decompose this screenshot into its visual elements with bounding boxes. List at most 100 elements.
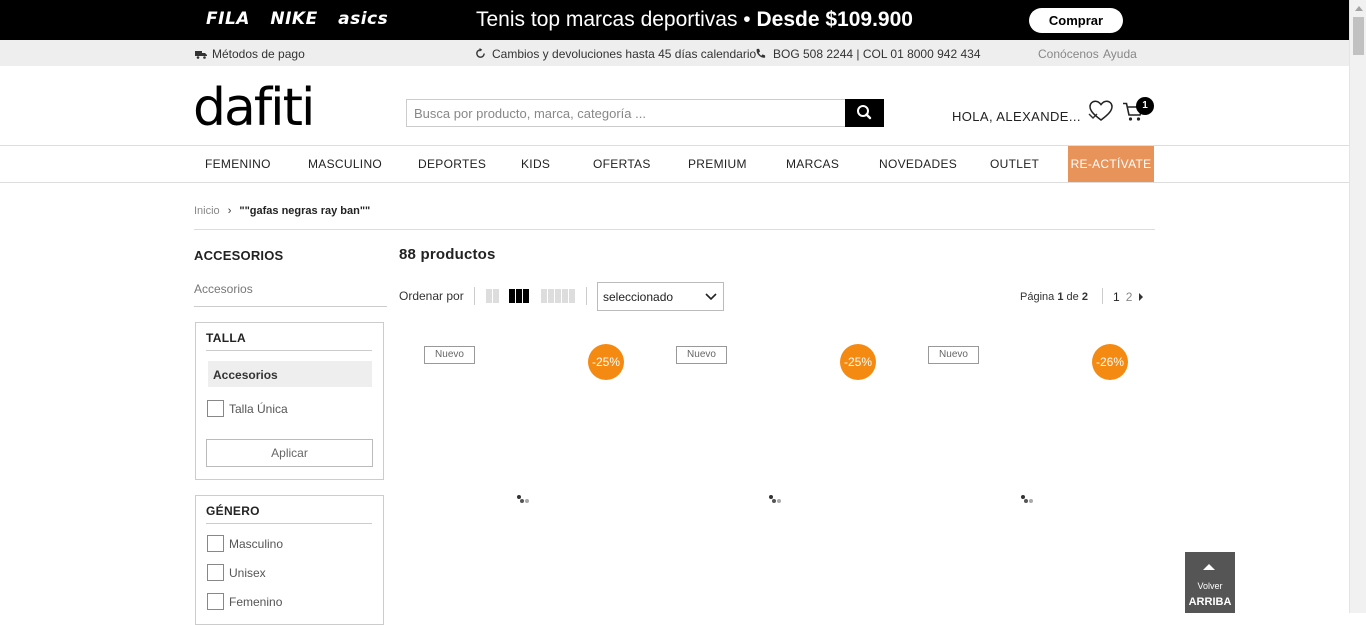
wishlist-button[interactable] — [1089, 100, 1113, 127]
checkbox-femenino[interactable] — [207, 593, 224, 610]
category-title: ACCESORIOS — [194, 248, 284, 263]
page-info: Página 1 de 2 — [1020, 291, 1088, 303]
checkbox-masculino[interactable] — [207, 535, 224, 552]
discount-badge: -25% — [588, 344, 624, 380]
page-link-1[interactable]: 1 — [1113, 290, 1120, 304]
brand-logos: FILA NIKE asics — [206, 9, 402, 29]
grid-5-view-icon[interactable] — [541, 289, 575, 303]
nav-item-masculino[interactable]: MASCULINO — [308, 157, 382, 171]
apply-button[interactable]: Aplicar — [206, 439, 373, 467]
nav-item-ofertas[interactable]: OFERTAS — [593, 157, 651, 171]
user-greeting: HOLA, ALEXANDE... — [952, 109, 1081, 124]
product-card[interactable]: Nuevo -26% — [903, 340, 1133, 613]
checkbox-label[interactable]: Masculino — [229, 537, 283, 551]
promo-buy-button[interactable]: Comprar — [1029, 8, 1123, 33]
breadcrumb-query: ""gafas negras ray ban"" — [239, 205, 371, 217]
divider — [194, 306, 387, 307]
checkbox-label[interactable]: Unisex — [229, 566, 266, 580]
brand-asics: asics — [338, 9, 389, 29]
page-total: 2 — [1081, 291, 1088, 303]
page-prefix: Página — [1020, 291, 1055, 303]
phone-label: BOG 508 2244 | COL 01 8000 942 434 — [773, 47, 981, 61]
checkbox-label[interactable]: Talla Única — [229, 402, 288, 416]
sort-label: Ordenar por — [399, 289, 464, 303]
nav-item-deportes[interactable]: DEPORTES — [418, 157, 486, 171]
user-menu[interactable]: HOLA, ALEXANDE... — [952, 109, 1098, 124]
discount-badge: -26% — [1092, 344, 1128, 380]
product-card[interactable]: Nuevo -25% — [399, 340, 629, 613]
returns-label: Cambios y devoluciones hasta 45 días cal… — [492, 47, 757, 61]
nav-item-kids[interactable]: KIDS — [521, 157, 550, 171]
checkbox-unisex[interactable] — [207, 564, 224, 581]
loading-spinner-icon — [769, 495, 781, 503]
new-badge: Nuevo — [424, 346, 475, 364]
promo-price: Desde $109.900 — [756, 8, 913, 31]
promo-text: Tenis top marcas deportivas • Desde $109… — [476, 8, 913, 32]
nav-item-reactivate[interactable]: RE-ACTÍVATE — [1068, 146, 1154, 182]
payment-methods-label: Métodos de pago — [212, 47, 305, 61]
divider — [586, 287, 587, 305]
sort-select-value: seleccionado — [603, 290, 674, 304]
divider — [474, 287, 475, 305]
heart-icon — [1089, 100, 1113, 121]
promo-banner[interactable]: FILA NIKE asics Tenis top marcas deporti… — [0, 0, 1349, 40]
nav-item-outlet[interactable]: OUTLET — [990, 157, 1039, 171]
nav-item-marcas[interactable]: MARCAS — [786, 157, 839, 171]
scroll-up-arrow-icon[interactable] — [1355, 6, 1363, 11]
product-card[interactable]: Nuevo -25% — [651, 340, 881, 613]
search-button[interactable] — [845, 99, 884, 127]
product-count: 88 productos — [399, 246, 496, 263]
search-box — [406, 99, 884, 127]
page-of: de — [1066, 291, 1079, 303]
about-link[interactable]: Conócenos — [1038, 47, 1099, 61]
promo-headline: Tenis top marcas deportivas • — [476, 8, 751, 31]
breadcrumb-home[interactable]: Inicio — [194, 205, 220, 217]
divider — [206, 523, 372, 524]
gender-filter: GÉNERO Masculino Unisex Femenino — [195, 495, 384, 625]
search-input[interactable] — [407, 100, 847, 126]
back-to-top-line1: Volver — [1197, 581, 1223, 591]
breadcrumb: Inicio › ""gafas negras ray ban"" — [194, 205, 370, 217]
new-badge: Nuevo — [676, 346, 727, 364]
grid-2-view-icon[interactable] — [486, 289, 499, 303]
checkbox-label[interactable]: Femenino — [229, 595, 282, 609]
site-header: dafiti HOLA, ALEXANDE... 1 — [0, 66, 1349, 146]
brand-nike: NIKE — [270, 9, 318, 29]
checkbox-talla-unica[interactable] — [207, 400, 224, 417]
payment-methods-link[interactable]: Métodos de pago — [195, 47, 305, 61]
loading-spinner-icon — [1021, 495, 1033, 503]
divider — [1102, 288, 1103, 304]
size-filter: TALLA Accesorios Talla Única Aplicar — [195, 322, 384, 480]
size-filter-title: TALLA — [206, 331, 246, 345]
divider — [206, 350, 372, 351]
new-badge: Nuevo — [928, 346, 979, 364]
back-to-top-button[interactable]: Volver ARRIBA — [1185, 552, 1235, 613]
chevron-down-icon — [705, 293, 717, 301]
page-scrollbar[interactable] — [1349, 0, 1366, 613]
cart-count-badge: 1 — [1136, 97, 1154, 115]
breadcrumb-separator: › — [227, 205, 232, 217]
phone-icon — [756, 48, 766, 58]
info-bar: Métodos de pago Cambios y devoluciones h… — [0, 40, 1349, 66]
nav-item-premium[interactable]: PREMIUM — [688, 157, 747, 171]
grid-3-view-icon[interactable] — [509, 289, 529, 303]
phone-info: BOG 508 2244 | COL 01 8000 942 434 — [755, 47, 981, 61]
search-icon — [857, 105, 872, 120]
returns-link[interactable]: Cambios y devoluciones hasta 45 días cal… — [475, 47, 756, 61]
page-current: 1 — [1057, 291, 1064, 303]
brand-fila: FILA — [206, 9, 250, 29]
pagination: 12 — [1113, 290, 1144, 304]
discount-badge: -25% — [840, 344, 876, 380]
nav-item-femenino[interactable]: FEMENINO — [205, 157, 271, 171]
loading-spinner-icon — [517, 495, 529, 503]
sort-select[interactable]: seleccionado — [597, 282, 724, 311]
nav-item-novedades[interactable]: NOVEDADES — [879, 157, 957, 171]
chevron-right-icon[interactable] — [1138, 293, 1144, 301]
scrollbar-thumb[interactable] — [1353, 17, 1364, 55]
dafiti-logo[interactable]: dafiti — [193, 78, 315, 138]
back-to-top-line2: ARRIBA — [1188, 596, 1232, 608]
page-link-2[interactable]: 2 — [1126, 290, 1133, 304]
divider — [194, 229, 1155, 230]
help-link[interactable]: Ayuda — [1103, 47, 1137, 61]
subcategory-link[interactable]: Accesorios — [194, 282, 253, 296]
